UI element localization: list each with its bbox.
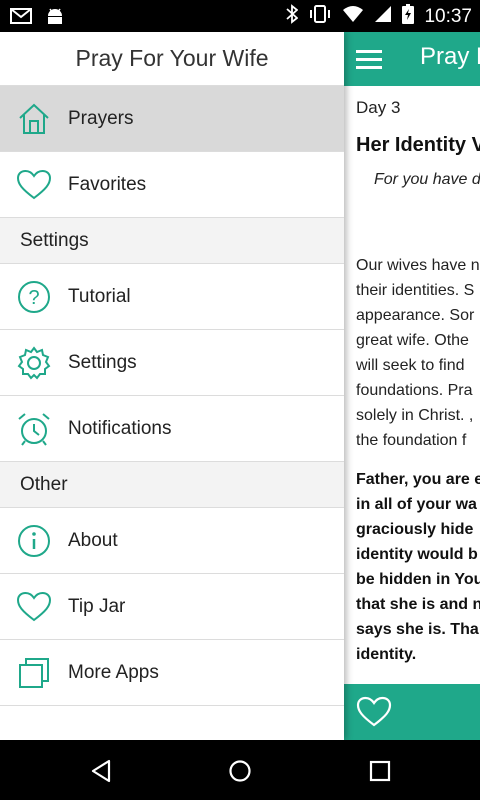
drawer-item-label: Notifications — [68, 417, 172, 439]
recents-square-icon[interactable] — [367, 758, 393, 784]
clock-time: 10:37 — [424, 5, 472, 27]
drawer-item-label: Tutorial — [68, 285, 131, 307]
drawer-item-notifications[interactable]: Notifications — [0, 396, 344, 462]
home-circle-icon[interactable] — [227, 758, 253, 784]
drawer-item-tip-jar[interactable]: Tip Jar — [0, 574, 344, 640]
drawer-item-label: Favorites — [68, 173, 147, 195]
mail-icon — [10, 8, 32, 29]
prayer-body: Day 3 Her Identity V For you have d Our … — [356, 98, 480, 667]
help-icon: ? — [16, 279, 52, 315]
drawer-item-settings[interactable]: Settings — [0, 330, 344, 396]
paragraph-line: their identities. S — [356, 282, 475, 299]
section-header-settings: Settings — [0, 218, 344, 264]
heart-icon — [16, 167, 52, 203]
battery-icon — [402, 4, 415, 29]
home-icon — [16, 101, 52, 137]
prayer-line: identity. — [356, 646, 417, 663]
drawer-item-label: Tip Jar — [68, 595, 126, 617]
hamburger-menu-icon[interactable] — [356, 50, 382, 69]
prayer-line: Father, you are e — [356, 471, 480, 488]
drawer-item-label: About — [68, 529, 118, 551]
section-header-other: Other — [0, 462, 344, 508]
drawer-item-label: More Apps — [68, 661, 159, 683]
day-label: Day 3 — [356, 98, 401, 117]
heart-icon — [16, 589, 52, 625]
bottom-action-bar — [344, 684, 480, 740]
drawer-title: Pray For Your Wife — [0, 32, 344, 86]
info-icon — [16, 523, 52, 559]
vibrate-icon — [308, 4, 332, 29]
navigation-drawer: Pray For Your Wife Prayers Favorites Set… — [0, 32, 344, 740]
alarm-clock-icon — [16, 411, 52, 447]
prayer-line: be hidden in You — [356, 571, 480, 588]
drawer-item-label: Prayers — [68, 107, 134, 129]
prayer-line: that she is and n — [356, 596, 480, 613]
prayer-line: identity would b — [356, 546, 478, 563]
paragraph-line: solely in Christ. , — [356, 407, 474, 424]
status-bar: 10:37 — [0, 0, 480, 32]
paragraph-line: appearance. Sor — [356, 307, 475, 324]
drawer-item-favorites[interactable]: Favorites — [0, 152, 344, 218]
svg-text:?: ? — [28, 287, 39, 309]
paragraph-line: foundations. Pra — [356, 382, 473, 399]
prayer-text: Father, you are e in all of your wa grac… — [356, 467, 480, 667]
stacked-squares-icon — [16, 655, 52, 691]
prayer-paragraph: Our wives have n their identities. S app… — [356, 253, 480, 453]
app-title: Pray F — [420, 43, 480, 70]
system-navigation-bar — [0, 740, 480, 800]
wifi-icon — [342, 5, 364, 28]
prayer-line: graciously hide — [356, 521, 474, 538]
app-bar: Pray F — [344, 32, 480, 86]
prayer-line: in all of your wa — [356, 496, 477, 513]
scripture-verse: For you have d — [374, 171, 480, 188]
prayer-screen: Pray F Day 3 Her Identity V For you have… — [344, 32, 480, 740]
back-icon[interactable] — [88, 758, 114, 784]
prayer-line: says she is. Tha — [356, 621, 479, 638]
drawer-item-about[interactable]: About — [0, 508, 344, 574]
gear-icon — [16, 345, 52, 381]
paragraph-line: great wife. Othe — [356, 332, 469, 349]
prayer-heading: Her Identity V — [356, 134, 480, 156]
bluetooth-icon — [286, 4, 299, 29]
drawer-item-prayers[interactable]: Prayers — [0, 86, 344, 152]
drawer-item-more-apps[interactable]: More Apps — [0, 640, 344, 706]
drawer-item-label: Settings — [68, 351, 137, 373]
android-icon — [46, 6, 64, 31]
paragraph-line: Our wives have n — [356, 257, 480, 274]
paragraph-line: the foundation f — [356, 432, 467, 449]
paragraph-line: will seek to find — [356, 357, 465, 374]
drawer-item-tutorial[interactable]: ? Tutorial — [0, 264, 344, 330]
signal-icon — [374, 5, 392, 28]
favorite-heart-icon[interactable] — [356, 696, 392, 733]
